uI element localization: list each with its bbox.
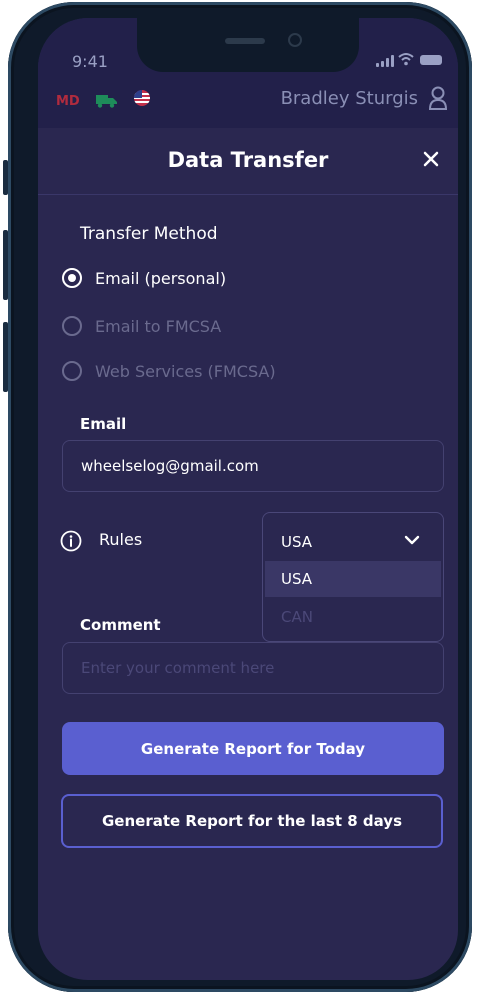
radio-label: Email (personal) xyxy=(95,268,227,288)
speaker xyxy=(225,38,265,44)
app-screen: 9:41 MD Bradley Sturgis Data Transfer Tr… xyxy=(38,18,458,980)
page-title: Data Transfer xyxy=(167,148,329,172)
rules-selected-value: USA xyxy=(281,533,313,551)
chevron-down-icon[interactable] xyxy=(403,531,421,549)
option-label: USA xyxy=(281,570,313,588)
camera xyxy=(288,33,302,47)
top-bar: 9:41 MD Bradley Sturgis xyxy=(38,18,458,128)
info-icon[interactable] xyxy=(60,530,82,552)
user-icon[interactable] xyxy=(428,86,448,110)
radio-selected-icon[interactable] xyxy=(62,268,82,288)
rules-label: Rules xyxy=(99,530,143,549)
radio-label: Web Services (FMCSA) xyxy=(95,361,276,381)
email-field[interactable]: wheelselog@gmail.com xyxy=(62,440,444,492)
comment-field[interactable]: Enter your comment here xyxy=(62,642,444,694)
generate-last-days-button[interactable]: Generate Report for the last 8 days xyxy=(61,794,443,848)
rules-option-usa[interactable]: USA xyxy=(265,561,441,597)
radio-web-services[interactable]: Web Services (FMCSA) xyxy=(62,361,276,381)
phone-frame: 9:41 MD Bradley Sturgis Data Transfer Tr… xyxy=(8,2,472,992)
email-label: Email xyxy=(80,415,127,433)
comment-label: Comment xyxy=(80,616,161,634)
radio-email-fmcsa[interactable]: Email to FMCSA xyxy=(62,316,221,336)
wifi-icon xyxy=(398,53,414,66)
signal-icon xyxy=(376,55,394,67)
rules-dropdown[interactable]: USA USA CAN xyxy=(262,512,444,642)
close-icon[interactable] xyxy=(420,148,442,170)
comment-placeholder: Enter your comment here xyxy=(81,659,275,677)
radio-unselected-icon[interactable] xyxy=(62,316,82,336)
md-badge: MD xyxy=(56,94,80,109)
rules-option-can[interactable]: CAN xyxy=(265,599,441,635)
generate-today-button[interactable]: Generate Report for Today xyxy=(62,722,444,775)
status-icons xyxy=(376,52,448,68)
radio-label: Email to FMCSA xyxy=(95,316,222,336)
user-name[interactable]: Bradley Sturgis xyxy=(281,88,418,109)
us-flag-icon xyxy=(134,90,150,106)
status-time: 9:41 xyxy=(72,52,108,71)
header-divider xyxy=(38,194,458,195)
notch xyxy=(137,18,359,72)
radio-unselected-icon[interactable] xyxy=(62,361,82,381)
option-label: CAN xyxy=(281,608,313,626)
truck-icon xyxy=(96,95,117,108)
battery-icon xyxy=(420,55,442,65)
transfer-method-label: Transfer Method xyxy=(80,224,218,244)
email-value: wheelselog@gmail.com xyxy=(81,457,259,475)
radio-email-personal[interactable]: Email (personal) xyxy=(62,268,226,288)
